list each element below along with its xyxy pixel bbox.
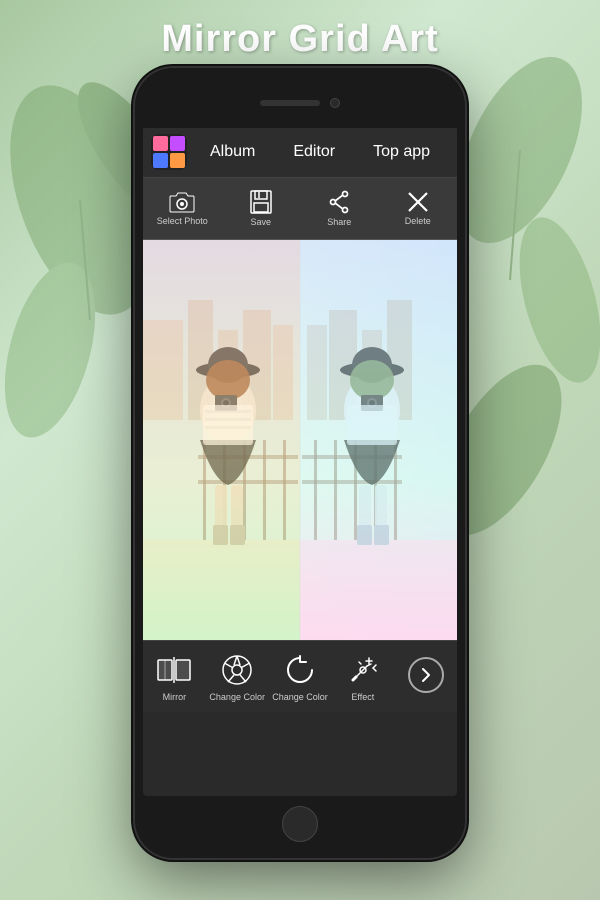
select-photo-label: Select Photo [157, 216, 208, 226]
phone-speaker [260, 100, 320, 106]
nav-item-album[interactable]: Album [204, 139, 261, 165]
effect-icon [345, 652, 381, 688]
refresh-icon [282, 652, 318, 688]
share-button[interactable]: Share [300, 190, 379, 227]
delete-label: Delete [405, 216, 431, 226]
delete-button[interactable]: Delete [379, 191, 458, 226]
delete-icon [407, 191, 429, 213]
header-nav: Album Editor Top app [187, 139, 449, 165]
app-header: Album Editor Top app [143, 126, 457, 178]
camera-icon [169, 191, 195, 213]
change-color-button-2[interactable]: Change Color [269, 646, 332, 708]
next-button[interactable] [394, 651, 457, 703]
next-arrow-circle [408, 657, 444, 693]
change-color-label-2: Change Color [272, 692, 328, 702]
phone-notch [135, 68, 465, 128]
image-area [143, 240, 457, 640]
page-title: Mirror Grid Art [0, 18, 600, 61]
change-color-label-1: Change Color [209, 692, 265, 702]
photo-canvas [143, 240, 457, 640]
effect-label: Effect [351, 692, 374, 702]
share-label: Share [327, 217, 351, 227]
effect-button[interactable]: Effect [331, 646, 394, 708]
save-button[interactable]: Save [222, 190, 301, 227]
save-label: Save [250, 217, 271, 227]
app-logo [151, 134, 187, 170]
mirror-icon [156, 652, 192, 688]
nav-item-topapp[interactable]: Top app [367, 139, 436, 165]
select-photo-button[interactable]: Select Photo [143, 191, 222, 226]
app-bottom-bar: Mirror Change Color [143, 640, 457, 712]
phone-frame: Album Editor Top app Select Photo [135, 68, 465, 858]
app-toolbar: Select Photo Save [143, 178, 457, 240]
mirror-label: Mirror [163, 692, 187, 702]
phone-bottom-bezel [135, 796, 465, 858]
mirror-button[interactable]: Mirror [143, 646, 206, 708]
nav-item-editor[interactable]: Editor [287, 139, 341, 165]
phone-camera [330, 98, 340, 108]
change-color-button-1[interactable]: Change Color [206, 646, 269, 708]
phone-screen: Album Editor Top app Select Photo [143, 126, 457, 796]
home-button[interactable] [282, 806, 318, 842]
aperture-icon [219, 652, 255, 688]
share-icon [327, 190, 351, 214]
save-icon [250, 190, 272, 214]
